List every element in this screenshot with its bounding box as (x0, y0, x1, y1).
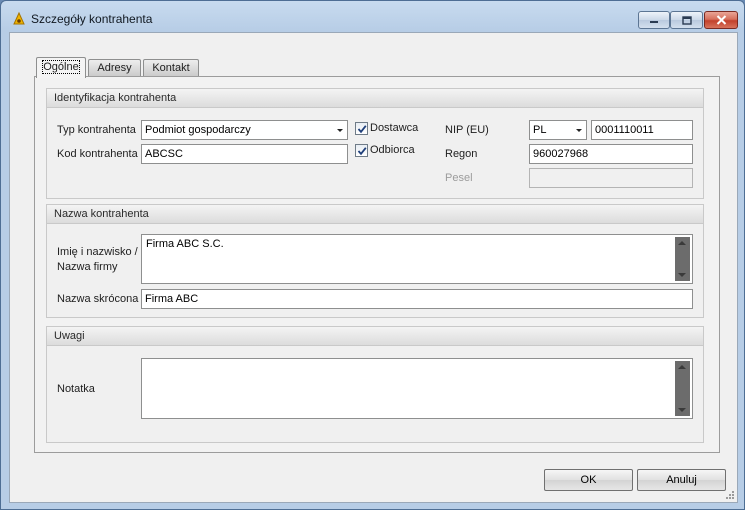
kod-kontrahenta-label: Kod kontrahenta (57, 148, 138, 160)
nip-label: NIP (EU) (445, 124, 489, 136)
minimize-button[interactable] (638, 11, 670, 29)
scrollbar[interactable] (675, 361, 690, 416)
dostawca-checkbox[interactable] (355, 122, 368, 135)
tab-ogolne-label: Ogólne (42, 60, 80, 74)
chevron-down-icon (337, 129, 343, 132)
nip-country-value: PL (533, 124, 547, 136)
typ-kontrahenta-select[interactable]: Podmiot gospodarczy (141, 120, 348, 140)
tab-kontakt[interactable]: Kontakt (143, 59, 199, 77)
group-identyfikacja: Identyfikacja kontrahenta Typ kontrahent… (46, 88, 704, 199)
tab-adresy[interactable]: Adresy (88, 59, 141, 77)
imie-nazwa-label-line2: Nazwa firmy (57, 261, 118, 273)
group-uwagi-header: Uwagi (47, 327, 703, 346)
dialog-window: Szczegóły kontrahenta Ogólne Adresy Kont… (0, 0, 745, 510)
group-identyfikacja-header: Identyfikacja kontrahenta (47, 89, 703, 108)
scroll-up-icon[interactable] (678, 241, 686, 245)
scroll-down-icon[interactable] (678, 408, 686, 412)
nazwa-skrocona-label: Nazwa skrócona (57, 293, 139, 305)
scroll-up-icon[interactable] (678, 365, 686, 369)
close-icon (716, 15, 726, 25)
nip-value: 0001110011 (595, 124, 654, 136)
notatka-textarea[interactable] (141, 358, 693, 419)
checkmark-icon (357, 124, 367, 133)
tab-panel-ogolne: Identyfikacja kontrahenta Typ kontrahent… (34, 76, 720, 453)
group-nazwa-header: Nazwa kontrahenta (47, 205, 703, 224)
window-title: Szczegóły kontrahenta (31, 12, 153, 26)
regon-value: 960027968 (533, 148, 589, 160)
imie-nazwa-value: Firma ABC S.C. (146, 238, 224, 250)
odbiorca-checkbox[interactable] (355, 144, 368, 157)
tab-kontakt-label: Kontakt (152, 62, 190, 74)
pesel-input (529, 168, 693, 188)
tab-ogolne[interactable]: Ogólne (36, 57, 86, 78)
ok-button[interactable]: OK (544, 469, 633, 491)
typ-kontrahenta-label: Typ kontrahenta (57, 124, 136, 136)
pesel-label: Pesel (445, 172, 473, 184)
resize-grip-icon[interactable] (725, 490, 735, 500)
imie-nazwa-label-line1: Imię i nazwisko / (57, 246, 138, 258)
scroll-down-icon[interactable] (678, 273, 686, 277)
dialog-client-area: Ogólne Adresy Kontakt Identyfikacja kont… (9, 32, 738, 503)
typ-kontrahenta-value: Podmiot gospodarczy (145, 124, 251, 136)
nazwa-skrocona-input[interactable]: Firma ABC (141, 289, 693, 309)
cancel-button[interactable]: Anuluj (637, 469, 726, 491)
group-nazwa: Nazwa kontrahenta Imię i nazwisko / Nazw… (46, 204, 704, 318)
minimize-icon (650, 21, 658, 23)
maximize-icon (681, 15, 692, 25)
maximize-button[interactable] (670, 11, 703, 29)
regon-label: Regon (445, 148, 478, 160)
chevron-down-icon (576, 129, 582, 132)
kod-kontrahenta-value: ABCSC (145, 148, 183, 160)
title-bar[interactable]: Szczegóły kontrahenta (1, 1, 744, 32)
nip-country-select[interactable]: PL (529, 120, 587, 140)
group-uwagi: Uwagi Notatka (46, 326, 704, 443)
nip-input[interactable]: 0001110011 (591, 120, 693, 140)
nazwa-skrocona-value: Firma ABC (145, 293, 199, 305)
close-button[interactable] (704, 11, 738, 29)
odbiorca-label: Odbiorca (370, 144, 415, 156)
app-icon (13, 11, 25, 25)
kod-kontrahenta-input[interactable]: ABCSC (141, 144, 348, 164)
notatka-label: Notatka (57, 383, 95, 395)
imie-nazwa-textarea[interactable]: Firma ABC S.C. (141, 234, 693, 284)
dostawca-label: Dostawca (370, 122, 419, 134)
tab-adresy-label: Adresy (97, 62, 132, 74)
scrollbar[interactable] (675, 237, 690, 281)
regon-input[interactable]: 960027968 (529, 144, 693, 164)
checkmark-icon (357, 146, 367, 155)
